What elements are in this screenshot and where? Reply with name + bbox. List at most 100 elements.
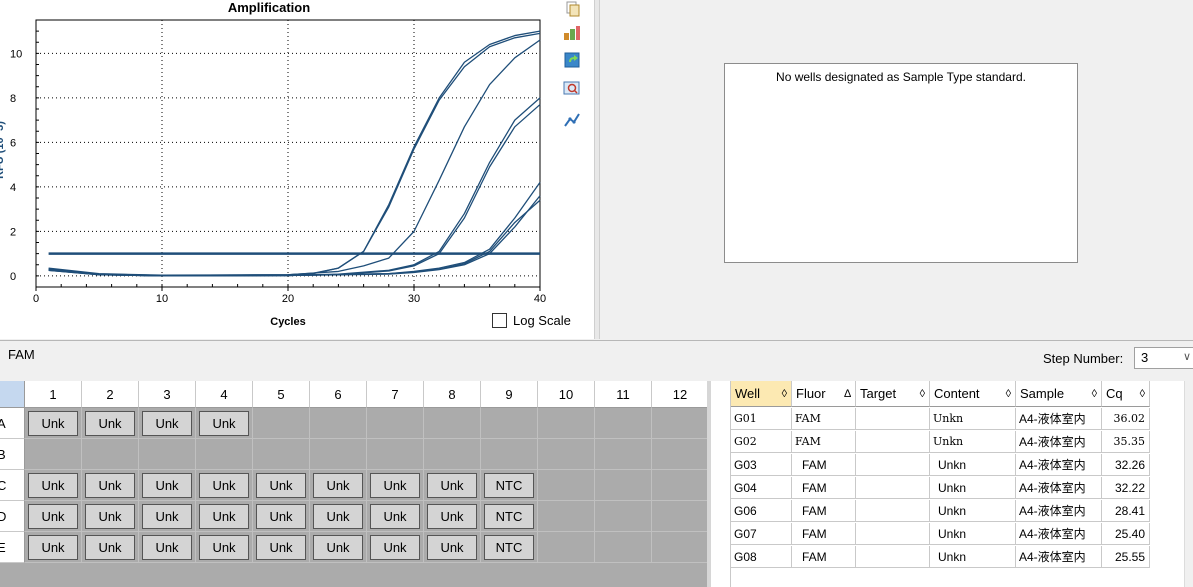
plate-well[interactable]: NTC <box>481 501 538 532</box>
table-cell-target[interactable] <box>856 546 930 568</box>
well-content-label[interactable]: NTC <box>484 504 534 529</box>
table-cell-content[interactable]: Unkn <box>930 454 1016 476</box>
table-cell-cq[interactable]: 36.02 <box>1102 408 1150 430</box>
well-content-label[interactable]: Unk <box>199 535 249 560</box>
table-cell-cq[interactable]: 32.26 <box>1102 454 1150 476</box>
plate-well[interactable] <box>196 439 253 470</box>
plate-column-header[interactable]: 7 <box>367 381 424 408</box>
well-content-label[interactable]: Unk <box>142 504 192 529</box>
plate-column-header[interactable]: 10 <box>538 381 595 408</box>
well-content-label[interactable]: Unk <box>28 473 78 498</box>
column-header-fluor[interactable]: Fluor ∆ <box>792 381 856 407</box>
table-cell-fluor[interactable]: FAM <box>792 408 856 430</box>
plate-column-header[interactable]: 9 <box>481 381 538 408</box>
table-scrollbar[interactable] <box>1184 381 1193 587</box>
plate-well[interactable]: Unk <box>25 532 82 563</box>
log-scale-toggle[interactable]: Log Scale <box>492 311 571 329</box>
well-content-label[interactable]: Unk <box>313 473 363 498</box>
plate-well[interactable]: Unk <box>424 501 481 532</box>
plate-well[interactable]: Unk <box>196 501 253 532</box>
plate-well[interactable]: NTC <box>481 470 538 501</box>
plate-well[interactable] <box>538 408 595 439</box>
table-cell-fluor[interactable]: FAM <box>792 454 856 476</box>
well-content-label[interactable]: Unk <box>370 473 420 498</box>
table-cell-cq[interactable]: 28.41 <box>1102 500 1150 522</box>
plate-well[interactable] <box>481 439 538 470</box>
plate-column-header[interactable]: 4 <box>196 381 253 408</box>
plate-row-header[interactable]: A <box>0 408 25 439</box>
well-content-label[interactable]: Unk <box>313 504 363 529</box>
table-cell-target[interactable] <box>856 431 930 453</box>
plate-well[interactable] <box>538 501 595 532</box>
plate-row-header[interactable]: B <box>0 439 25 470</box>
plate-well[interactable]: Unk <box>139 408 196 439</box>
plate-well[interactable] <box>652 501 707 532</box>
column-header-well[interactable]: Well ◊ <box>731 381 792 407</box>
plate-well[interactable]: Unk <box>424 470 481 501</box>
plate-well[interactable]: NTC <box>481 532 538 563</box>
well-content-label[interactable]: Unk <box>85 504 135 529</box>
plate-well[interactable]: Unk <box>25 408 82 439</box>
plate-column-header[interactable]: 11 <box>595 381 652 408</box>
table-cell-content[interactable]: Unkn <box>930 523 1016 545</box>
plate-well[interactable]: Unk <box>253 470 310 501</box>
chart-line-icon[interactable] <box>562 111 582 129</box>
table-cell-sample[interactable]: A4-液体室内 <box>1016 523 1102 545</box>
plate-well[interactable] <box>652 470 707 501</box>
plate-well[interactable] <box>310 408 367 439</box>
table-cell-fluor[interactable]: FAM <box>792 546 856 568</box>
plate-column-header[interactable]: 6 <box>310 381 367 408</box>
column-header-target[interactable]: Target ◊ <box>856 381 930 407</box>
well-content-label[interactable]: Unk <box>370 504 420 529</box>
plate-column-header[interactable]: 2 <box>82 381 139 408</box>
well-content-label[interactable]: Unk <box>142 411 192 436</box>
table-cell-sample[interactable]: A4-液体室内 <box>1016 546 1102 568</box>
well-content-label[interactable]: Unk <box>427 535 477 560</box>
zoom-icon[interactable] <box>562 79 582 97</box>
plate-well[interactable] <box>253 439 310 470</box>
table-cell-well[interactable]: G03 <box>731 454 792 476</box>
plate-well[interactable]: Unk <box>367 501 424 532</box>
well-content-label[interactable]: Unk <box>199 504 249 529</box>
log-scale-checkbox[interactable] <box>492 312 507 328</box>
plate-well[interactable]: Unk <box>25 470 82 501</box>
well-content-label[interactable]: Unk <box>370 535 420 560</box>
plate-well[interactable]: Unk <box>196 408 253 439</box>
table-cell-sample[interactable]: A4-液体室内 <box>1016 477 1102 499</box>
plate-well[interactable] <box>310 439 367 470</box>
plate-well[interactable] <box>367 408 424 439</box>
plate-well[interactable] <box>595 532 652 563</box>
plate-column-header[interactable]: 1 <box>25 381 82 408</box>
plate-well[interactable] <box>424 408 481 439</box>
export-icon[interactable] <box>562 24 582 42</box>
plate-well[interactable] <box>652 408 707 439</box>
table-cell-fluor[interactable]: FAM <box>792 431 856 453</box>
table-cell-cq[interactable]: 25.55 <box>1102 546 1150 568</box>
table-cell-cq[interactable]: 25.40 <box>1102 523 1150 545</box>
column-header-cq[interactable]: Cq ◊ <box>1102 381 1150 407</box>
well-content-label[interactable]: Unk <box>313 535 363 560</box>
well-content-label[interactable]: Unk <box>85 411 135 436</box>
table-cell-fluor[interactable]: FAM <box>792 500 856 522</box>
table-cell-fluor[interactable]: FAM <box>792 477 856 499</box>
plate-well[interactable] <box>652 532 707 563</box>
step-number-select[interactable]: 3 ∨ <box>1134 347 1193 369</box>
table-cell-target[interactable] <box>856 454 930 476</box>
plate-well[interactable] <box>595 470 652 501</box>
plate-well[interactable] <box>253 408 310 439</box>
table-cell-target[interactable] <box>856 500 930 522</box>
plate-well[interactable]: Unk <box>310 470 367 501</box>
plate-well[interactable]: Unk <box>139 532 196 563</box>
well-content-label[interactable]: NTC <box>484 535 534 560</box>
table-cell-sample[interactable]: A4-液体室内 <box>1016 454 1102 476</box>
table-cell-fluor[interactable]: FAM <box>792 523 856 545</box>
plate-well[interactable]: Unk <box>196 470 253 501</box>
table-cell-cq[interactable]: 35.35 <box>1102 431 1150 453</box>
table-cell-well[interactable]: G02 <box>731 431 792 453</box>
plate-well[interactable]: Unk <box>253 501 310 532</box>
table-cell-well[interactable]: G07 <box>731 523 792 545</box>
plate-well[interactable]: Unk <box>82 470 139 501</box>
plate-well[interactable] <box>82 439 139 470</box>
table-cell-well[interactable]: G04 <box>731 477 792 499</box>
plate-well[interactable] <box>652 439 707 470</box>
